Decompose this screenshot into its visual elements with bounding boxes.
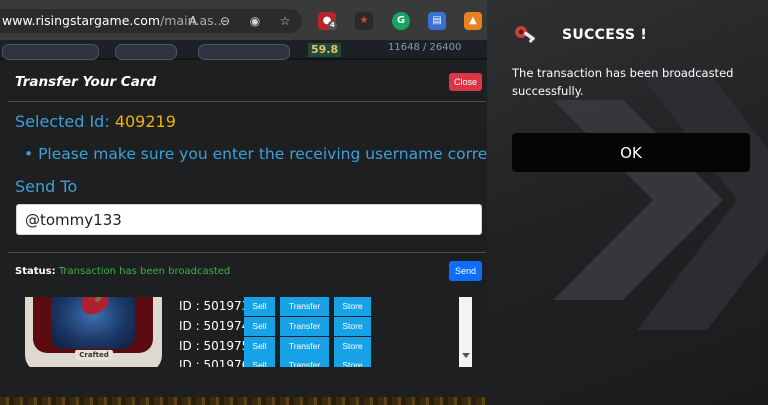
keychain-key-icon <box>515 26 535 43</box>
sell-button[interactable]: Sell <box>244 317 275 336</box>
card-id: ID : 501974 <box>179 319 250 333</box>
grammarly-extension-icon[interactable]: G <box>392 12 410 30</box>
sell-button[interactable]: Sell <box>244 356 275 367</box>
browser-toolbar: www.risingstargame.com/main.as... A ⊖ ◉ … <box>0 0 487 40</box>
game-nav-pill[interactable] <box>115 44 177 60</box>
game-nav-pill[interactable] <box>2 44 99 60</box>
store-button[interactable]: Store <box>334 337 371 356</box>
sell-button[interactable]: Sell <box>244 337 275 356</box>
extension-badge-count: 4 <box>328 21 337 30</box>
card-image: Crafted <box>25 297 162 367</box>
transfer-button[interactable]: Transfer <box>280 337 329 356</box>
player-xp: 11648 / 26400 <box>388 42 462 53</box>
store-button[interactable]: Store <box>334 356 371 367</box>
selected-id: Selected Id: 409219 <box>15 112 176 131</box>
transfer-button[interactable]: Transfer <box>280 317 329 336</box>
metamask-extension-icon[interactable]: ▲ <box>464 12 482 30</box>
keychain-extension-icon[interactable]: ★ <box>355 12 373 30</box>
store-button[interactable]: Store <box>334 297 371 316</box>
scroll-down-arrow-icon[interactable] <box>462 353 470 358</box>
store-button[interactable]: Store <box>334 317 371 336</box>
game-header-strip: 59.8 11648 / 26400 <box>0 40 487 60</box>
success-message: The transaction has been broadcasted suc… <box>512 66 734 98</box>
crafted-tag: Crafted <box>75 350 113 361</box>
favorite-star-icon[interactable]: ☆ <box>278 14 292 28</box>
card-id: ID : 501973 <box>179 299 250 313</box>
success-title: SUCCESS ! <box>562 27 648 43</box>
divider <box>8 252 486 253</box>
card-id: ID : 501975 <box>179 339 250 353</box>
cookie-icon[interactable]: ◉ <box>248 14 262 28</box>
extension-badge-icon[interactable]: ● 4 <box>318 12 337 30</box>
transfer-button[interactable]: Transfer <box>280 297 329 316</box>
close-button[interactable]: Close <box>449 73 482 91</box>
selected-id-label: Selected Id: <box>15 112 110 131</box>
card-frame <box>33 297 153 353</box>
read-aloud-icon[interactable]: A <box>186 14 200 28</box>
game-footer-strip <box>0 397 487 405</box>
ok-button[interactable]: OK <box>512 133 750 172</box>
status-label: Status: <box>15 266 56 277</box>
username-warning: • Please make sure you enter the receivi… <box>24 145 516 163</box>
selected-id-value: 409219 <box>114 112 176 131</box>
zoom-icon[interactable]: ⊖ <box>218 14 232 28</box>
status-line: Status: Transaction has been broadcasted <box>15 266 230 277</box>
game-nav-pill[interactable] <box>198 44 290 60</box>
player-level: 59.8 <box>308 43 342 57</box>
modal-title: Transfer Your Card <box>15 74 157 90</box>
send-to-label: Send To <box>15 177 78 196</box>
recipient-input[interactable] <box>16 204 482 235</box>
success-notification: SUCCESS ! The transaction has been broad… <box>487 0 768 405</box>
status-value: Transaction has been broadcasted <box>58 266 231 277</box>
list-scrollbar[interactable] <box>459 297 472 367</box>
divider <box>8 101 486 102</box>
send-button[interactable]: Send <box>449 261 482 281</box>
transfer-button[interactable]: Transfer <box>280 356 329 367</box>
card-id: ID : 501976 <box>179 358 250 367</box>
card-list[interactable]: Crafted ID : 501973 Sell Transfer Store … <box>8 297 473 367</box>
sell-button[interactable]: Sell <box>244 297 275 316</box>
extension-icon[interactable]: ▤ <box>428 12 446 30</box>
url-host: www.risingstargame.com <box>2 13 161 28</box>
card-artwork <box>51 297 135 349</box>
transfer-card-modal: Transfer Your Card Close Selected Id: 40… <box>0 60 515 405</box>
